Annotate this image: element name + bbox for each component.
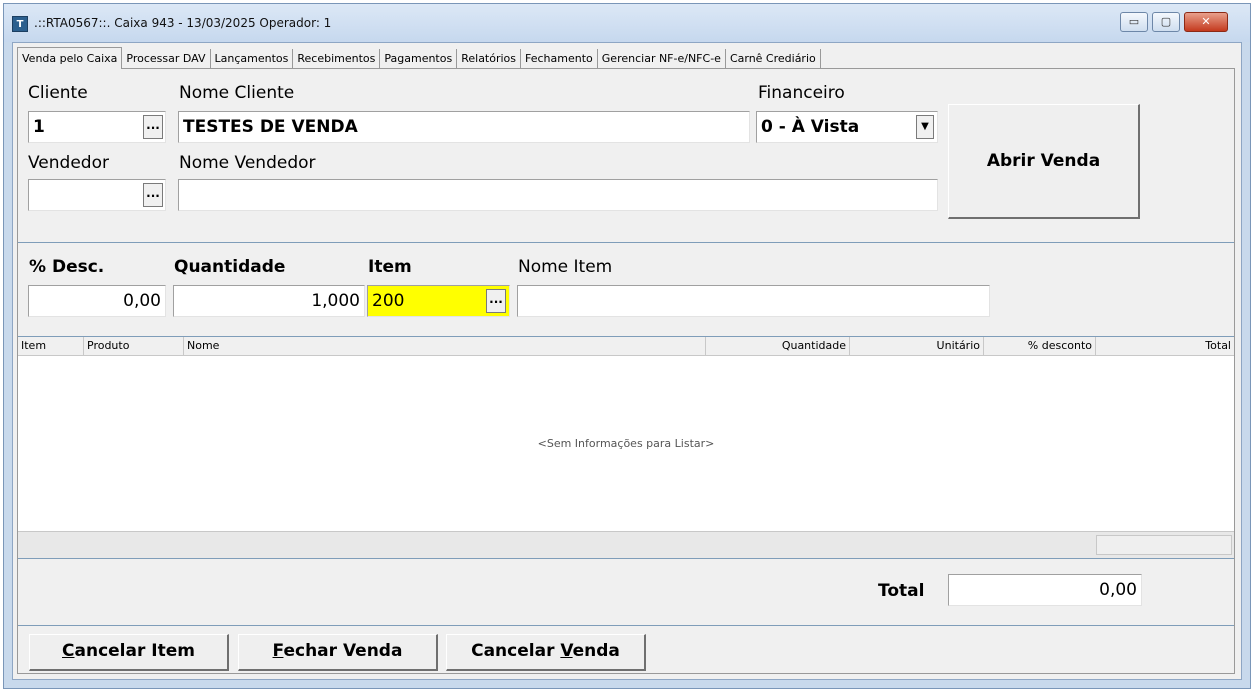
nome-cliente-field[interactable]: TESTES DE VENDA [178, 111, 750, 143]
title-bar: T .::RTA0567::. Caixa 943 - 13/03/2025 O… [4, 4, 1250, 42]
cancelar-item-text: ancelar Item [74, 641, 195, 661]
total-label: Total [878, 581, 925, 601]
tab-processar-dav[interactable]: Processar DAV [122, 49, 211, 69]
item-label: Item [368, 257, 412, 277]
col-unitario[interactable]: Unitário [850, 337, 984, 355]
tab-pagamentos[interactable]: Pagamentos [380, 49, 458, 69]
cancelar-venda-button[interactable]: Cancelar Venda [446, 634, 646, 671]
app-icon: T [12, 16, 28, 32]
quantidade-label: Quantidade [174, 257, 286, 277]
grid-footer [18, 531, 1234, 558]
maximize-button[interactable]: ▢ [1152, 12, 1180, 32]
fechar-venda-text: echar Venda [283, 641, 403, 661]
fechar-venda-accel: F [272, 641, 284, 661]
vendedor-lookup-button[interactable]: ... [143, 183, 163, 207]
tab-content: Cliente 1 ... Nome Cliente TESTES DE VEN… [17, 68, 1235, 674]
fechar-venda-button[interactable]: Fechar Venda [238, 634, 438, 671]
sale-header-panel: Cliente 1 ... Nome Cliente TESTES DE VEN… [18, 69, 1234, 243]
tab-lancamentos[interactable]: Lançamentos [211, 49, 294, 69]
cliente-label: Cliente [28, 83, 88, 103]
tab-carne-crediario[interactable]: Carnê Crediário [726, 49, 821, 69]
col-nome[interactable]: Nome [184, 337, 706, 355]
desc-field[interactable]: 0,00 [28, 285, 166, 317]
nome-item-label: Nome Item [518, 257, 613, 277]
cancelar-venda-accel: V [560, 641, 573, 661]
nome-vendedor-field[interactable] [178, 179, 938, 211]
cancelar-venda-text: enda [572, 641, 620, 661]
app-window: T .::RTA0567::. Caixa 943 - 13/03/2025 O… [3, 3, 1251, 689]
desc-label: % Desc. [29, 257, 105, 277]
col-item[interactable]: Item [18, 337, 84, 355]
empty-grid-message: <Sem Informações para Listar> [537, 437, 715, 450]
tab-gerenciar-nfe[interactable]: Gerenciar NF-e/NFC-e [598, 49, 726, 69]
financeiro-label: Financeiro [758, 83, 845, 103]
minimize-button[interactable]: ▭ [1120, 12, 1148, 32]
cancelar-item-accel: C [62, 641, 75, 661]
col-quantidade[interactable]: Quantidade [706, 337, 850, 355]
col-desconto[interactable]: % desconto [984, 337, 1096, 355]
tab-fechamento[interactable]: Fechamento [521, 49, 598, 69]
col-produto[interactable]: Produto [84, 337, 184, 355]
totals-panel: Total 0,00 [18, 559, 1234, 626]
client-area: Venda pelo Caixa Processar DAV Lançament… [12, 42, 1242, 680]
vendedor-label: Vendedor [28, 153, 109, 173]
tab-relatorios[interactable]: Relatórios [457, 49, 522, 69]
item-entry-panel: % Desc. 0,00 Quantidade 1,000 Item 200 .… [18, 243, 1234, 337]
nome-cliente-label: Nome Cliente [179, 83, 295, 103]
cancelar-item-button[interactable]: Cancelar Item [29, 634, 229, 671]
close-button[interactable]: ✕ [1184, 12, 1228, 32]
cliente-lookup-button[interactable]: ... [143, 115, 163, 139]
items-grid[interactable]: Item Produto Nome Quantidade Unitário % … [18, 337, 1234, 559]
item-lookup-button[interactable]: ... [486, 289, 506, 313]
tab-strip: Venda pelo Caixa Processar DAV Lançament… [17, 47, 821, 69]
grid-footer-total-cell [1096, 535, 1232, 555]
actions-panel: Cancelar Item Fechar Venda Cancelar Vend… [18, 626, 1234, 673]
tab-venda-pelo-caixa[interactable]: Venda pelo Caixa [17, 47, 123, 69]
nome-vendedor-label: Nome Vendedor [179, 153, 316, 173]
financeiro-select[interactable]: 0 - À Vista [756, 111, 938, 143]
nome-item-field[interactable] [517, 285, 990, 317]
abrir-venda-button[interactable]: Abrir Venda [948, 104, 1140, 219]
grid-header: Item Produto Nome Quantidade Unitário % … [18, 337, 1234, 356]
window-title: .::RTA0567::. Caixa 943 - 13/03/2025 Ope… [34, 16, 332, 30]
total-field: 0,00 [948, 574, 1142, 606]
col-total[interactable]: Total [1096, 337, 1234, 355]
quantidade-field[interactable]: 1,000 [173, 285, 365, 317]
cancelar-venda-pre: Cancelar [471, 641, 561, 661]
chevron-down-icon[interactable]: ▼ [916, 115, 934, 139]
tab-recebimentos[interactable]: Recebimentos [293, 49, 381, 69]
